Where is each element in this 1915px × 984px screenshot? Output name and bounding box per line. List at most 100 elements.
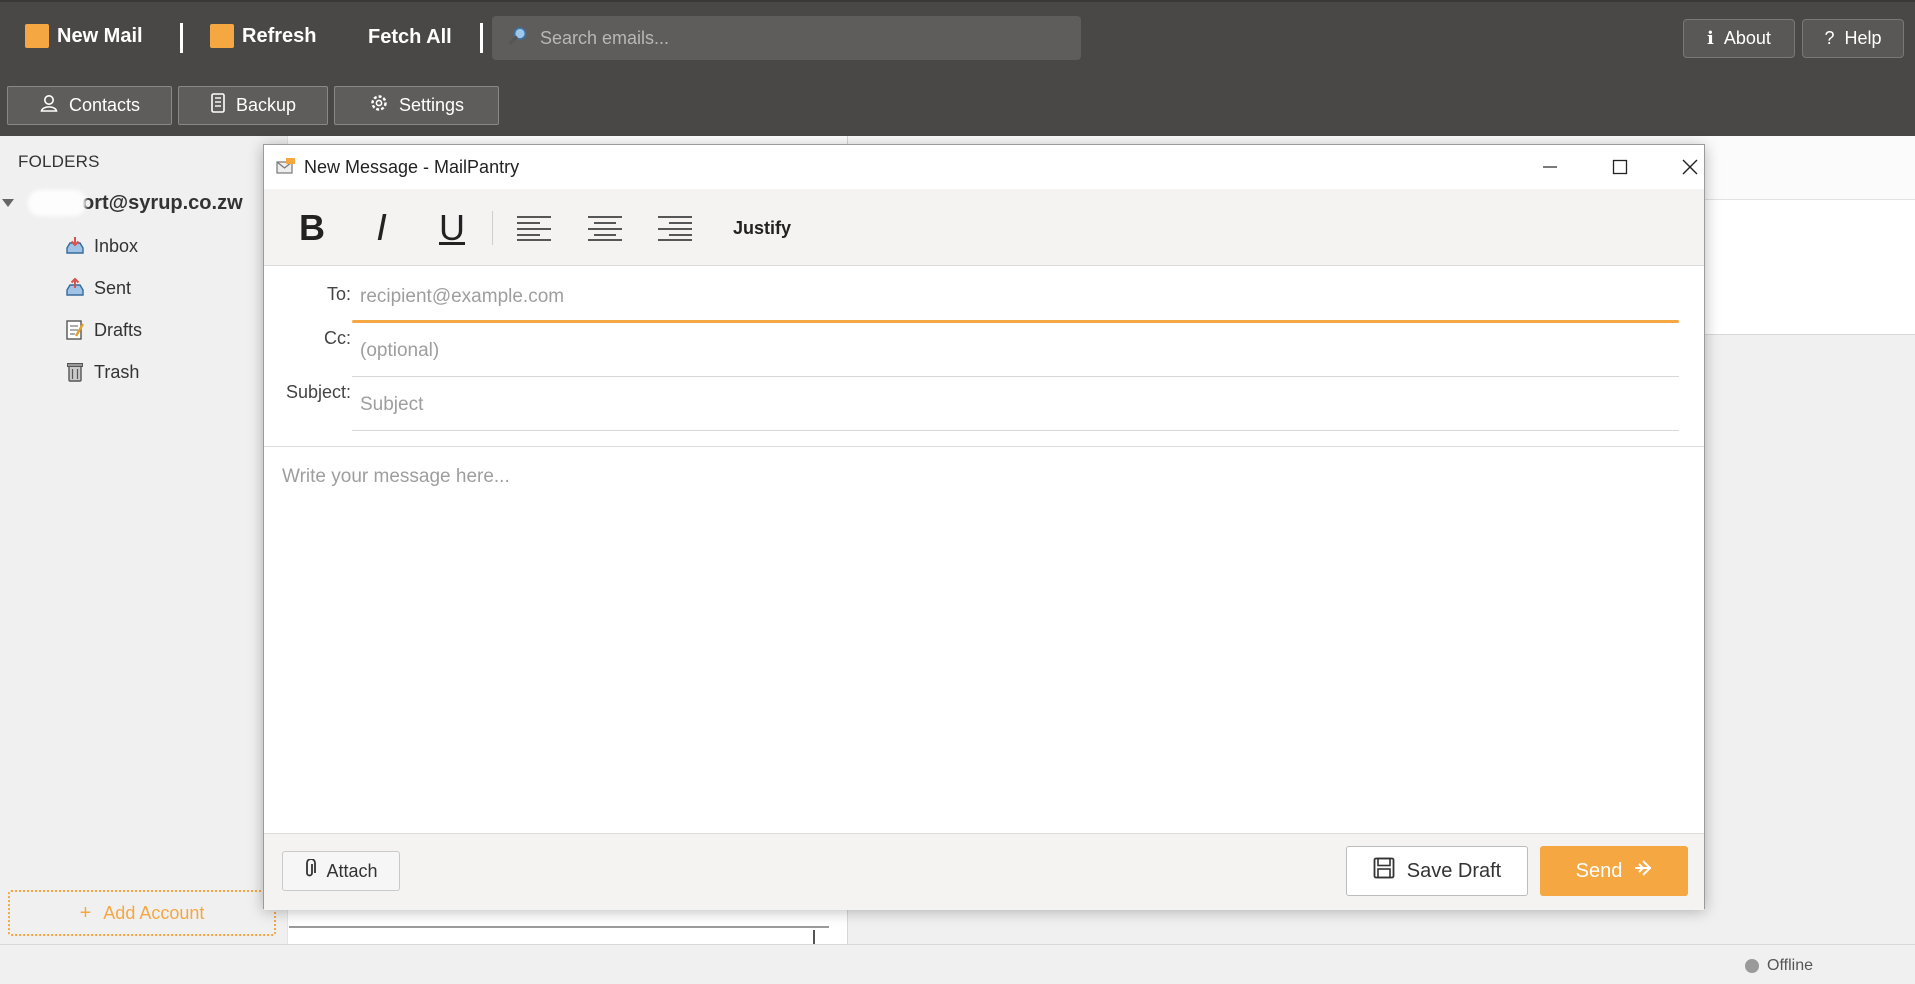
- folders-sidebar: FOLDERS ort@syrup.co.zw Inbox Sent Draft…: [0, 136, 287, 944]
- sidebar-item-label: Sent: [94, 277, 132, 298]
- sidebar-item-trash[interactable]: Trash: [64, 357, 139, 387]
- to-input[interactable]: [352, 274, 1679, 320]
- maximize-icon: [1612, 159, 1628, 175]
- sidebar-item-label: Drafts: [94, 319, 143, 340]
- to-label: To:: [326, 284, 351, 304]
- cc-input[interactable]: [352, 328, 1679, 374]
- paperclip-icon: [304, 857, 317, 884]
- sidebar-item-inbox[interactable]: Inbox: [64, 231, 138, 261]
- minimize-button[interactable]: [1526, 151, 1574, 183]
- gear-icon: [369, 93, 389, 118]
- subject-underline: [352, 430, 1679, 431]
- sidebar-item-drafts[interactable]: Drafts: [64, 315, 142, 345]
- align-right-icon: [658, 216, 692, 241]
- inbox-icon: [64, 235, 86, 257]
- new-mail-label: New Mail: [57, 24, 143, 47]
- drafts-icon: [64, 319, 86, 341]
- message-body-input[interactable]: [264, 448, 1704, 833]
- maximize-button[interactable]: [1596, 151, 1644, 183]
- status-label: Offline: [1767, 957, 1813, 974]
- sidebar-item-sent[interactable]: Sent: [64, 273, 131, 303]
- help-button[interactable]: ? Help: [1802, 19, 1904, 58]
- add-account-button[interactable]: + Add Account: [8, 890, 276, 936]
- close-icon: [1682, 159, 1698, 175]
- question-icon: ?: [1824, 28, 1835, 48]
- fetch-all-button[interactable]: Fetch All: [368, 26, 452, 49]
- sidebar-item-label: Trash: [94, 361, 140, 382]
- top-toolbar: New Mail Refresh Fetch All i About ? Hel…: [0, 0, 1915, 136]
- bold-button[interactable]: B: [292, 207, 332, 249]
- justify-button[interactable]: Justify: [727, 207, 797, 249]
- settings-button[interactable]: Settings: [334, 86, 499, 125]
- compose-title: New Message - MailPantry: [304, 157, 520, 177]
- contacts-button[interactable]: Contacts: [7, 86, 172, 125]
- toolbar-divider: [492, 211, 493, 245]
- compose-window: New Message - MailPantry B I U Justify T…: [263, 144, 1705, 910]
- account-row[interactable]: ort@syrup.co.zw: [0, 188, 243, 218]
- account-label: ort@syrup.co.zw: [82, 191, 243, 214]
- compose-titlebar[interactable]: New Message - MailPantry: [264, 145, 1704, 189]
- search-bar[interactable]: [492, 16, 1081, 60]
- app-icon: [276, 157, 296, 175]
- attach-button[interactable]: Attach: [282, 851, 400, 891]
- status-dot-icon: [1745, 959, 1760, 973]
- folders-title: FOLDERS: [18, 152, 100, 171]
- backup-icon: [210, 93, 226, 118]
- underline-button[interactable]: U: [432, 207, 472, 249]
- refresh-button[interactable]: Refresh: [210, 24, 316, 48]
- toolbar-divider: [180, 23, 183, 53]
- about-button[interactable]: i About: [1683, 19, 1795, 58]
- contacts-icon: [39, 93, 59, 118]
- italic-button[interactable]: I: [362, 207, 402, 249]
- save-draft-button[interactable]: Save Draft: [1346, 846, 1528, 896]
- align-left-icon: [517, 216, 551, 241]
- save-draft-label: Save Draft: [1406, 859, 1502, 882]
- contacts-label: Contacts: [68, 95, 141, 115]
- sidebar-item-label: Inbox: [94, 235, 139, 256]
- search-icon: [508, 26, 528, 51]
- message-body: [264, 448, 1704, 833]
- compose-fields: To: Cc: Subject:: [264, 266, 1704, 447]
- compose-footer: Attach Save Draft Send: [264, 833, 1704, 910]
- new-mail-button[interactable]: New Mail: [25, 24, 143, 48]
- search-input[interactable]: [540, 27, 1020, 49]
- fetch-all-label: Fetch All: [368, 26, 452, 48]
- chevron-down-icon[interactable]: [2, 199, 14, 207]
- airplane-icon: [1634, 859, 1652, 883]
- align-center-icon: [588, 216, 622, 241]
- send-button[interactable]: Send: [1540, 846, 1688, 896]
- align-left-button[interactable]: [514, 207, 554, 249]
- sent-icon: [64, 277, 86, 299]
- add-account-label: Add Account: [103, 902, 205, 923]
- about-label: About: [1723, 28, 1771, 48]
- new-mail-icon: [25, 24, 49, 48]
- settings-label: Settings: [398, 95, 465, 115]
- close-button[interactable]: [1666, 151, 1714, 183]
- backup-label: Backup: [235, 95, 297, 115]
- formatting-toolbar: B I U Justify: [264, 189, 1704, 266]
- trash-icon: [64, 361, 86, 383]
- scrollbar-thumb[interactable]: [813, 930, 827, 944]
- align-center-button[interactable]: [585, 207, 625, 249]
- subject-label: Subject:: [285, 382, 351, 402]
- info-icon: i: [1707, 28, 1714, 49]
- horizontal-scrollbar[interactable]: [289, 926, 829, 944]
- refresh-icon: [210, 24, 234, 48]
- cc-underline: [352, 376, 1679, 377]
- to-underline: [352, 320, 1679, 323]
- send-label: Send: [1575, 859, 1623, 882]
- toolbar-divider: [480, 23, 483, 53]
- save-icon: [1373, 857, 1395, 885]
- connection-status: Offline: [1745, 957, 1813, 975]
- plus-icon: +: [79, 901, 92, 924]
- refresh-label: Refresh: [242, 24, 317, 47]
- status-bar: Offline: [0, 944, 1915, 984]
- minimize-icon: [1543, 166, 1557, 168]
- help-label: Help: [1844, 28, 1882, 48]
- subject-input[interactable]: [352, 382, 1679, 428]
- backup-button[interactable]: Backup: [178, 86, 328, 125]
- align-right-button[interactable]: [655, 207, 695, 249]
- cc-label: Cc:: [324, 328, 351, 348]
- attach-label: Attach: [326, 860, 378, 881]
- redacted-text: [28, 190, 86, 216]
